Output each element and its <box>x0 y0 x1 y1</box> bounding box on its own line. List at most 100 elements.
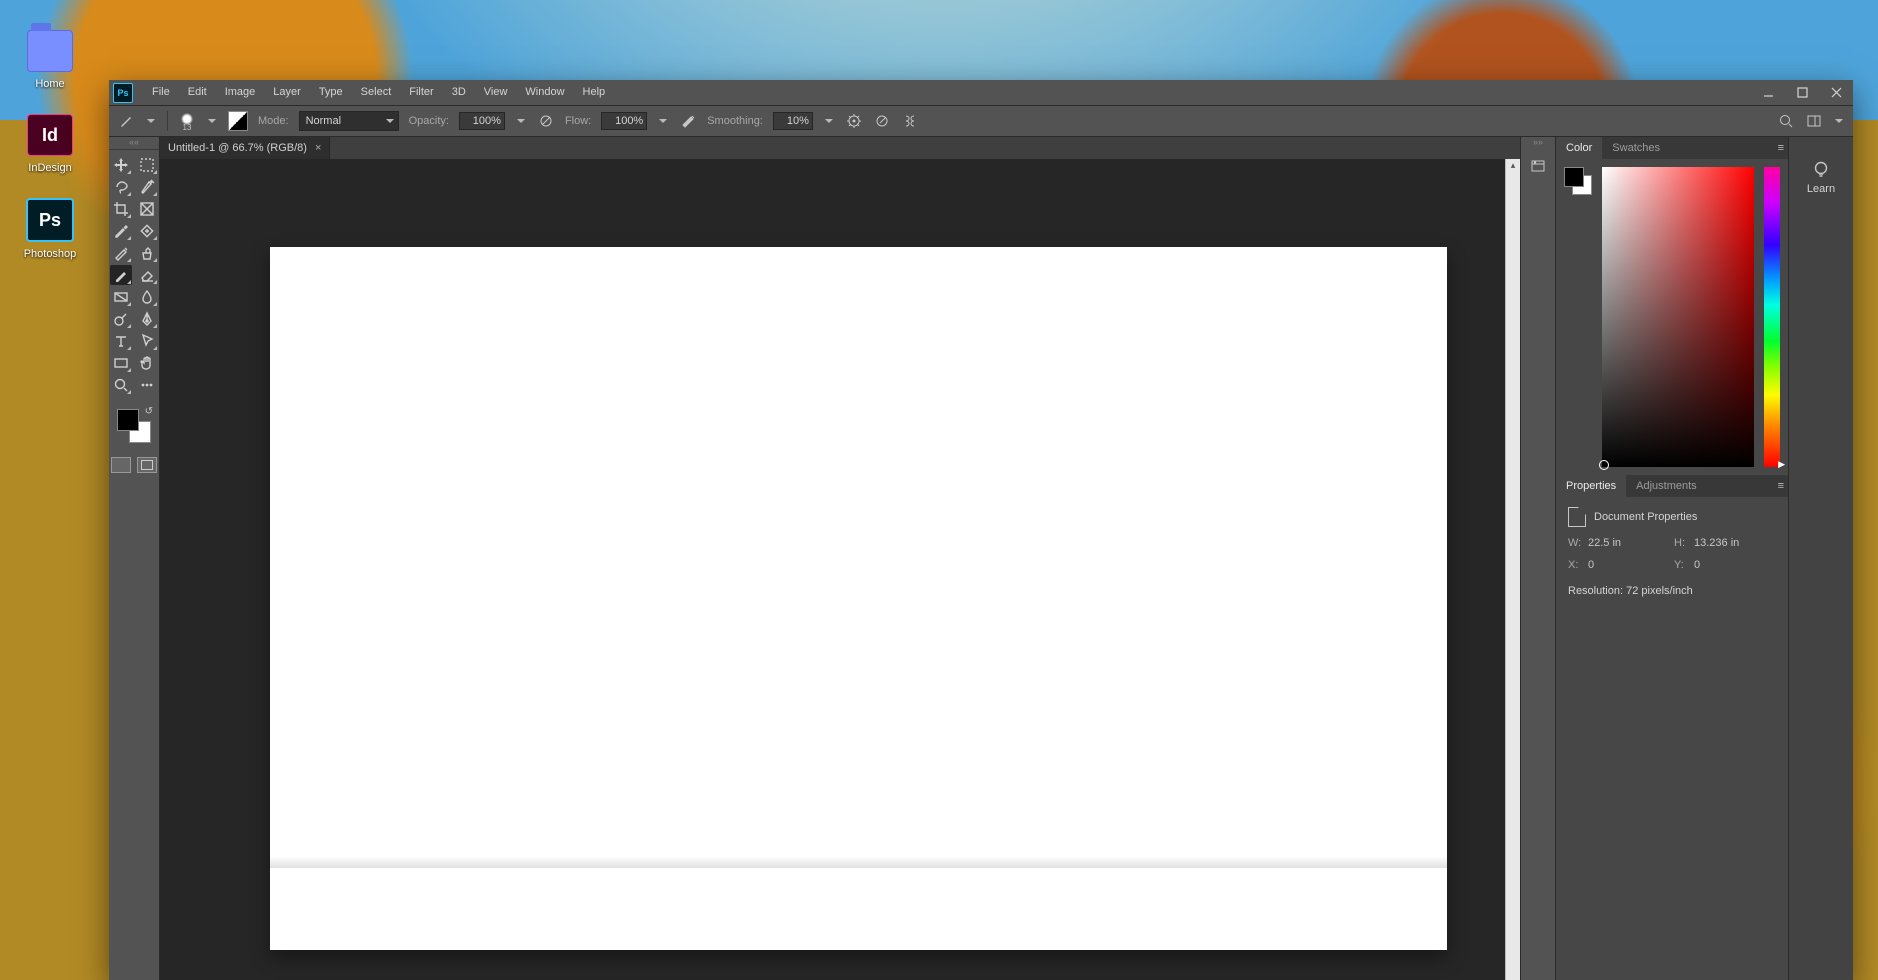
clone-tool[interactable] <box>136 243 158 263</box>
frame-tool[interactable] <box>136 199 158 219</box>
quickmask-on-button[interactable] <box>137 457 157 473</box>
workspace-switcher[interactable] <box>1805 112 1823 130</box>
panel-menu-icon[interactable]: ≡ <box>1778 480 1784 492</box>
resolution-row: Resolution: 72 pixels/inch <box>1568 585 1776 597</box>
smoothing-input[interactable]: 10% <box>773 112 813 130</box>
edit-toolbar-button[interactable] <box>136 375 158 395</box>
menu-view[interactable]: View <box>475 80 517 105</box>
lightbulb-icon <box>1811 159 1831 179</box>
vertical-scrollbar[interactable]: ▴ <box>1505 159 1520 980</box>
opacity-pressure-toggle[interactable] <box>537 112 555 130</box>
search-button[interactable] <box>1777 112 1795 130</box>
tab-color[interactable]: Color <box>1556 137 1602 159</box>
airbrush-toggle[interactable] <box>679 112 697 130</box>
smoothing-options-button[interactable] <box>845 112 863 130</box>
brush-preset-caret-icon[interactable] <box>206 112 218 130</box>
move-tool[interactable] <box>110 155 132 175</box>
crop-tool[interactable] <box>110 199 132 219</box>
healing-tool[interactable] <box>110 243 132 263</box>
workspace-caret-icon[interactable] <box>1833 112 1845 130</box>
path-select-tool[interactable] <box>136 331 158 351</box>
opacity-caret-icon[interactable] <box>515 112 527 130</box>
properties-panel: Properties Adjustments ≡ Document Proper… <box>1556 475 1788 980</box>
color-picker-field[interactable] <box>1602 167 1754 467</box>
canvas-viewport: ▴ <box>160 159 1520 980</box>
menu-bar: Ps File Edit Image Layer Type Select Fil… <box>109 80 1853 106</box>
close-tab-icon[interactable]: × <box>315 142 321 154</box>
blend-mode-value: Normal <box>306 115 341 127</box>
maximize-button[interactable] <box>1785 80 1819 105</box>
marquee-tool[interactable] <box>136 155 158 175</box>
desktop-icon-home[interactable]: Home <box>10 30 90 90</box>
document-dimensions: W: 22.5 in H: 13.236 in X: 0 Y: 0 <box>1568 537 1776 571</box>
flow-input[interactable]: 100% <box>601 112 647 130</box>
close-button[interactable] <box>1819 80 1853 105</box>
menu-help[interactable]: Help <box>574 80 615 105</box>
desktop-icon-indesign[interactable]: Id InDesign <box>10 114 90 174</box>
document-area: Untitled-1 @ 66.7% (RGB/8) × ▴ <box>160 137 1520 980</box>
canvas-background[interactable] <box>160 159 1505 980</box>
color-fgbg-swatch[interactable] <box>1564 167 1592 195</box>
menu-filter[interactable]: Filter <box>400 80 442 105</box>
menu-3d[interactable]: 3D <box>443 80 475 105</box>
tool-preset-caret-icon[interactable] <box>145 112 157 130</box>
blend-mode-dropdown[interactable]: Normal <box>299 111 399 131</box>
learn-panel[interactable]: Learn <box>1788 137 1853 980</box>
quickmask-off-button[interactable] <box>111 457 131 473</box>
foreground-background-colors[interactable]: ↺ <box>117 409 151 443</box>
w-value: 22.5 in <box>1588 537 1670 549</box>
photoshop-window: Ps File Edit Image Layer Type Select Fil… <box>109 80 1853 980</box>
right-panels-area: »» Color Swatches ≡ <box>1520 137 1853 980</box>
opacity-input[interactable]: 100% <box>459 112 505 130</box>
minimize-button[interactable] <box>1751 80 1785 105</box>
brush-panel-toggle-icon[interactable] <box>228 111 248 131</box>
menu-window[interactable]: Window <box>516 80 573 105</box>
spot-heal-tool[interactable] <box>136 221 158 241</box>
tab-adjustments[interactable]: Adjustments <box>1626 475 1707 497</box>
scroll-up-icon[interactable]: ▴ <box>1506 159 1520 173</box>
tab-swatches[interactable]: Swatches <box>1602 137 1670 159</box>
tool-preset-picker[interactable] <box>117 112 135 130</box>
hue-slider[interactable]: ▶ <box>1764 167 1780 467</box>
menu-image[interactable]: Image <box>216 80 265 105</box>
rectangle-tool[interactable] <box>110 353 132 373</box>
menu-select[interactable]: Select <box>352 80 401 105</box>
blur-tool[interactable] <box>136 287 158 307</box>
document-canvas[interactable] <box>270 247 1447 950</box>
lasso-tool[interactable] <box>110 177 132 197</box>
menu-layer[interactable]: Layer <box>264 80 310 105</box>
dodge-tool[interactable] <box>110 309 132 329</box>
brush-tool[interactable] <box>110 265 132 285</box>
document-tab-title: Untitled-1 @ 66.7% (RGB/8) <box>168 142 307 154</box>
eraser-tool[interactable] <box>136 265 158 285</box>
history-panel-button[interactable] <box>1527 155 1549 177</box>
properties-title: Document Properties <box>1594 511 1697 523</box>
flow-caret-icon[interactable] <box>657 112 669 130</box>
tab-properties[interactable]: Properties <box>1556 475 1626 497</box>
pen-tool[interactable] <box>136 309 158 329</box>
gradient-tool[interactable] <box>110 287 132 307</box>
hand-tool[interactable] <box>136 353 158 373</box>
symmetry-button[interactable] <box>901 112 919 130</box>
smoothing-caret-icon[interactable] <box>823 112 835 130</box>
size-pressure-toggle[interactable] <box>873 112 891 130</box>
toolbar-collapse-button[interactable]: «« <box>109 137 159 150</box>
eyedropper-tool[interactable] <box>110 221 132 241</box>
brush-preset-picker[interactable]: 13 <box>178 112 196 130</box>
menu-type[interactable]: Type <box>310 80 352 105</box>
type-tool[interactable] <box>110 331 132 351</box>
desktop-icon-photoshop[interactable]: Ps Photoshop <box>10 198 90 260</box>
document-tab[interactable]: Untitled-1 @ 66.7% (RGB/8) × <box>160 137 330 159</box>
zoom-tool[interactable] <box>110 375 132 395</box>
menu-file[interactable]: File <box>143 80 179 105</box>
smoothing-label: Smoothing: <box>707 115 763 127</box>
tools-panel: «« <box>109 137 160 980</box>
dock-collapse-button[interactable]: »» <box>1521 137 1555 147</box>
swap-colors-icon[interactable]: ↺ <box>145 406 153 417</box>
menu-edit[interactable]: Edit <box>179 80 216 105</box>
foreground-color-swatch[interactable] <box>117 409 139 431</box>
quick-select-tool[interactable] <box>136 177 158 197</box>
panel-menu-icon[interactable]: ≡ <box>1778 142 1784 154</box>
app-badge-icon: Ps <box>113 83 133 103</box>
color-fg-swatch[interactable] <box>1564 167 1584 187</box>
